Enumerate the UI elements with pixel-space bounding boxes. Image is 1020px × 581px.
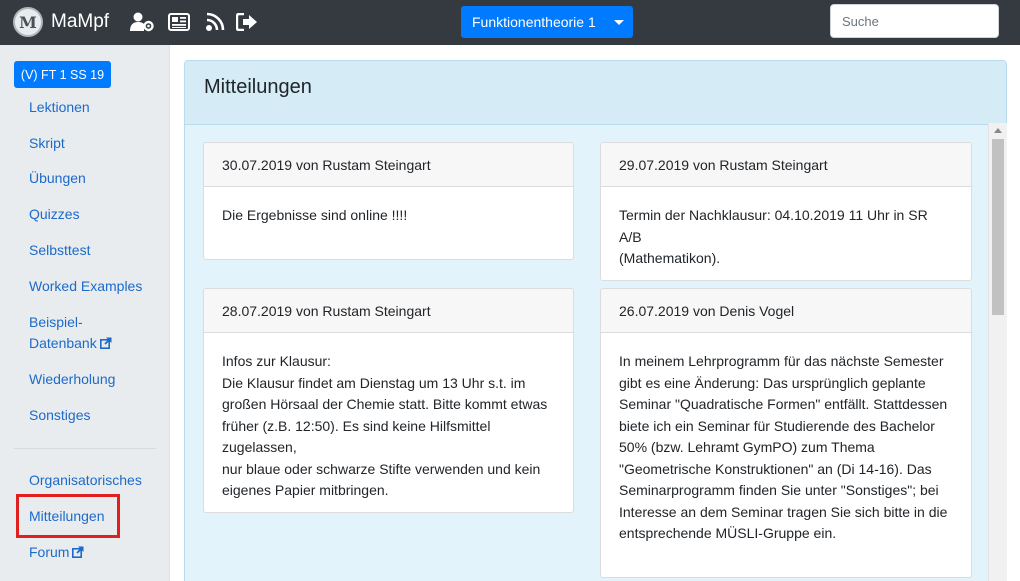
logo-letter: M [19,12,37,32]
sidebar-item-forum-label: Forum [29,544,70,560]
announcement-line: Interesse an dem Seminar tragen Sie sich… [619,503,948,520]
sidebar-item-wiederholung[interactable]: Wiederholung [29,369,115,390]
announcement-line: "Geometrische Konstruktionen" an (Di 14-… [619,460,932,477]
announcement-body: In meinem Lehrprogramm für das nächste S… [601,333,971,545]
sidebar-item-forum[interactable]: Forum [29,542,85,563]
logout-icon[interactable] [235,11,259,33]
announcement-line: nur blaue oder schwarze Stifte verwenden… [222,460,541,477]
sidebar-item-beispiel-datenbank[interactable]: Datenbank [29,333,112,354]
announcement-line: großen Hörsaal der Chemie statt. Bitte k… [222,396,548,412]
search-input[interactable] [830,4,999,38]
announcement-header: 29.07.2019 von Rustam Steingart [601,143,971,187]
announcement-line: In meinem Lehrprogramm für das nächste S… [619,353,944,369]
announcement-card: 30.07.2019 von Rustam Steingart Die Erge… [203,142,574,260]
highlight-annotation-box [16,494,120,538]
announcement-header: 26.07.2019 von Denis Vogel [601,289,971,333]
announcement-header: 30.07.2019 von Rustam Steingart [204,143,573,187]
external-link-icon [99,337,112,349]
user-settings-icon[interactable] [130,11,154,33]
sidebar-item-organisatorisches[interactable]: Organisatorisches [29,470,142,491]
announcement-line: Die Ergebnisse sind online !!!! [222,207,408,223]
feed-icon[interactable] [203,11,227,33]
sidebar-item-lektionen[interactable]: Lektionen [29,97,90,118]
announcement-line: Infos zur Klausur: [222,353,331,369]
scroll-thumb[interactable] [992,139,1004,315]
announcement-line: eigenes Papier mitbringen. [222,482,389,498]
announcement-body: Infos zur Klausur: Die Klausur findet am… [204,333,573,502]
panel-header: Mitteilungen [185,61,1006,125]
mampf-logo-icon: M [13,7,43,37]
announcement-card: 26.07.2019 von Denis Vogel In meinem Leh… [600,288,972,578]
sidebar-item-uebungen[interactable]: Übungen [29,168,86,189]
lecture-select-label: Funktionentheorie 1 [472,14,596,30]
announcement-line: früher (z.B. 12:50). Es sind keine Hilfs… [222,417,491,456]
announcement-line: (Mathematikon). [619,250,721,266]
announcement-line: biete ich ein Seminar für Studierende de… [619,417,935,434]
external-link-icon [72,546,85,558]
sidebar-item-datenbank-label: Datenbank [29,335,97,351]
announcement-line: 50% (bzw. Lehramt GymPO) zum Thema [619,439,875,455]
page-title: Mitteilungen [204,76,312,98]
top-navbar: M MaMpf Funktionentheorie 1 [0,0,1020,45]
sidebar-item-worked-examples[interactable]: Worked Examples [29,276,142,297]
announcement-body: Termin der Nachklausur: 04.10.2019 11 Uh… [601,187,971,270]
sidebar-item-selbsttest[interactable]: Selbsttest [29,240,90,261]
announcement-header: 28.07.2019 von Rustam Steingart [204,289,573,333]
announcement-line: Termin der Nachklausur: 04.10.2019 11 Uh… [619,207,928,245]
announcements-scrollbar[interactable] [988,123,1007,581]
scroll-up-arrow-icon[interactable] [994,128,1002,133]
announcement-card: 29.07.2019 von Rustam Steingart Termin d… [600,142,972,281]
announcement-body: Die Ergebnisse sind online !!!! [204,187,573,227]
announcement-line: Die Klausur findet am Dienstag um 13 Uhr… [222,374,526,391]
announcement-line: Seminarprogramm finden Sie unter "Sonsti… [619,482,939,498]
sidebar-item-skript[interactable]: Skript [29,133,65,154]
brand-name: MaMpf [51,11,110,32]
sidebar: (V) FT 1 SS 19 Lektionen Skript Übungen … [0,45,170,581]
course-badge[interactable]: (V) FT 1 SS 19 [14,61,111,88]
chevron-down-icon [605,6,633,38]
news-icon[interactable] [167,11,191,33]
sidebar-divider [14,448,156,449]
sidebar-item-beispiel-line1[interactable]: Beispiel- [29,312,83,333]
sidebar-item-quizzes[interactable]: Quizzes [29,204,80,225]
announcement-line: entsprechende MÜSLI-Gruppe ein. [619,525,837,541]
brand[interactable]: M MaMpf [13,7,109,37]
sidebar-item-sonstiges[interactable]: Sonstiges [29,405,90,426]
announcement-card: 28.07.2019 von Rustam Steingart Infos zu… [203,288,574,513]
lecture-select-button[interactable]: Funktionentheorie 1 [461,6,633,38]
announcement-line: Seminar "Quadratische Formen" entfällt. … [619,396,948,412]
announcements-panel: Mitteilungen 30.07.2019 von Rustam Stein… [184,60,1007,581]
announcement-line: gibt es eine Änderung: Das ursprünglich … [619,374,926,391]
